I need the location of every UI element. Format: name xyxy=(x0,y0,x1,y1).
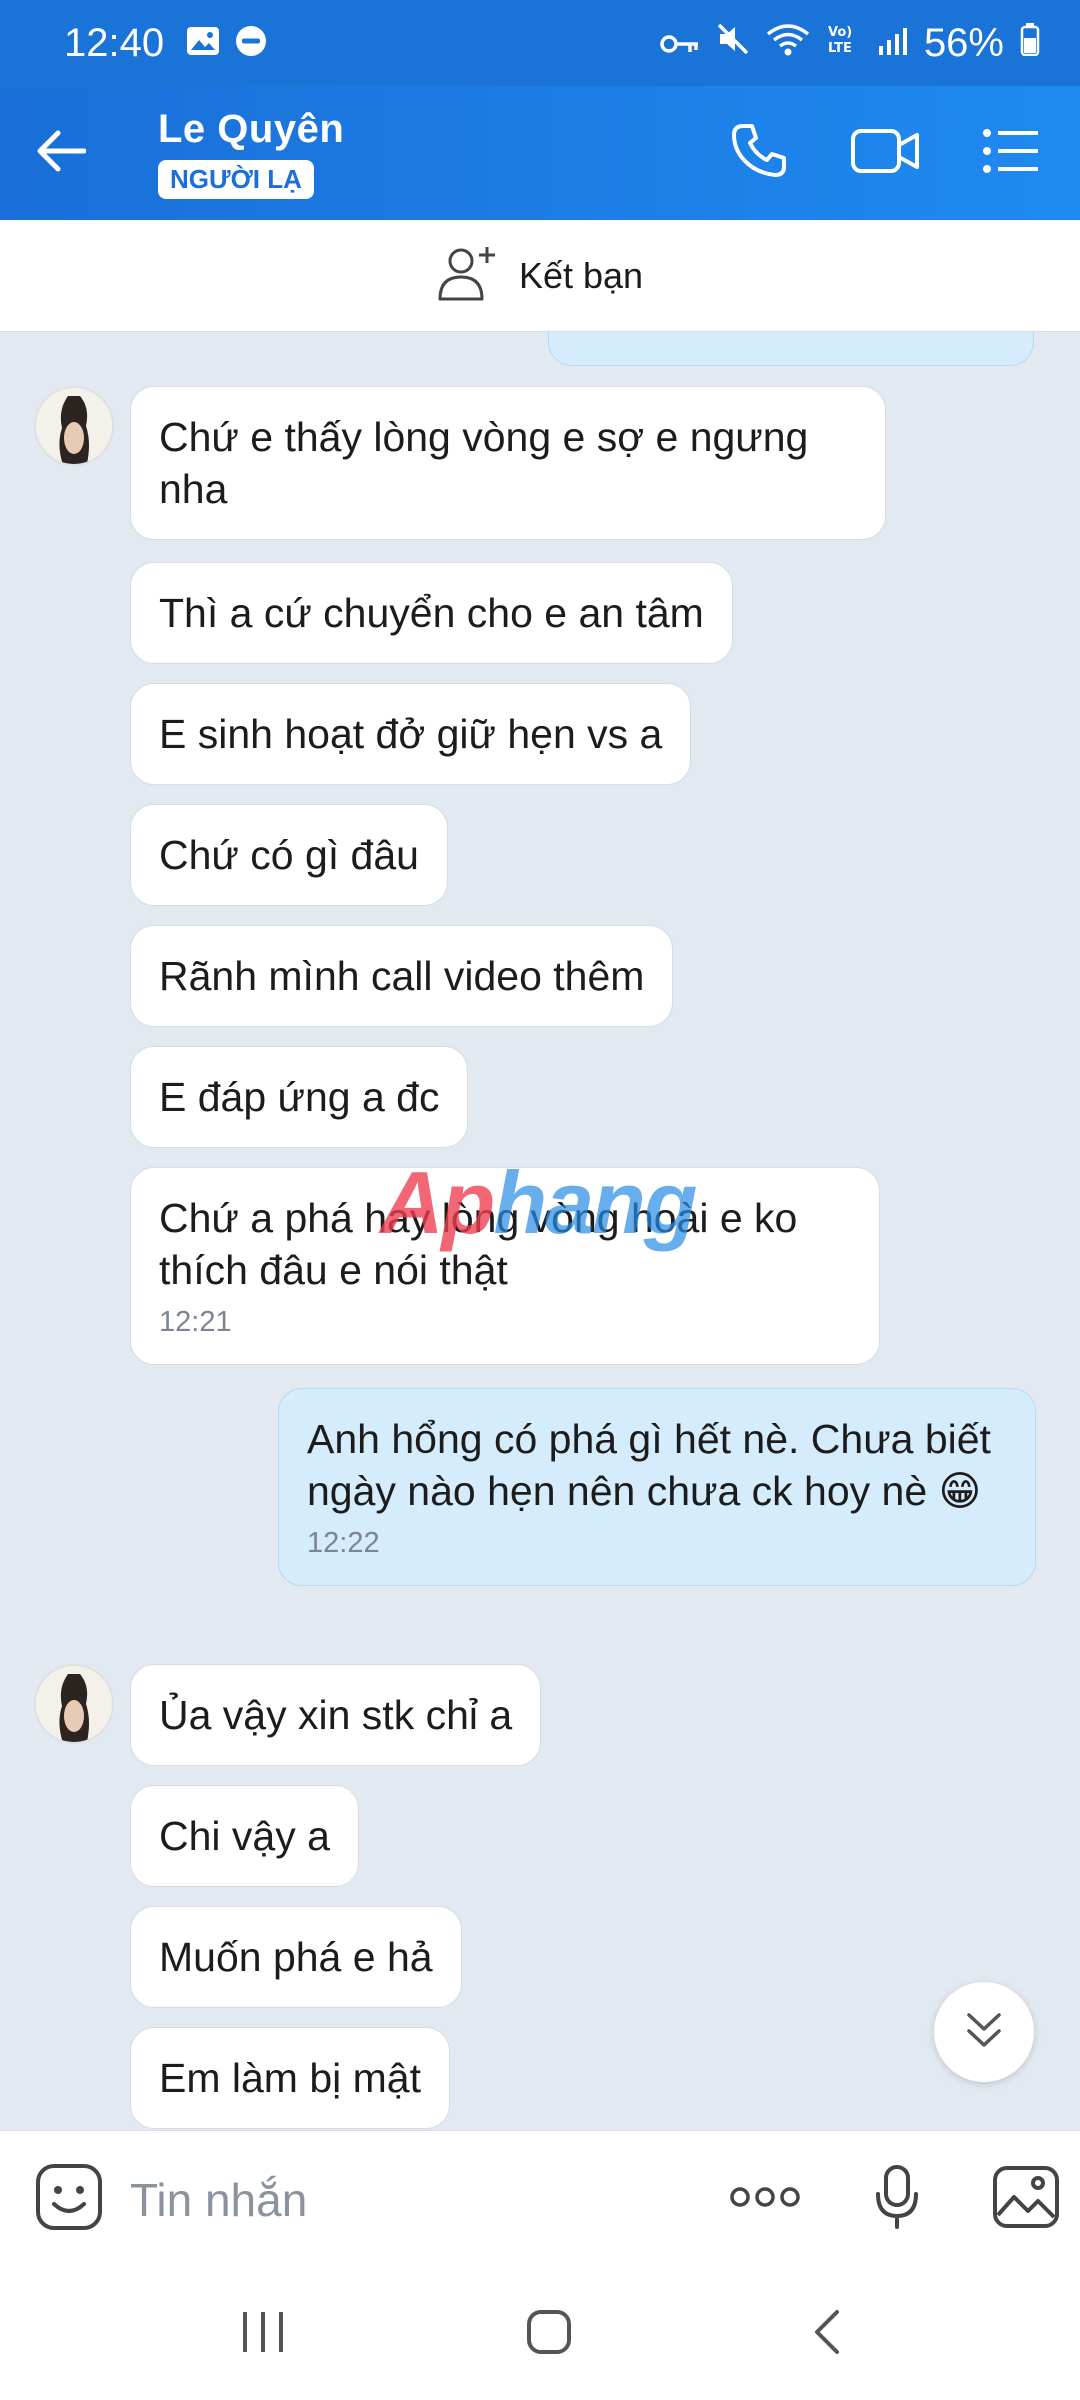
contact-avatar[interactable] xyxy=(34,1664,114,1744)
received-message[interactable]: E đáp ứng a đc xyxy=(130,1046,469,1148)
svg-text:Vo): Vo) xyxy=(828,25,852,40)
wifi-icon xyxy=(766,21,810,66)
message-input[interactable] xyxy=(130,2172,728,2227)
back-button[interactable] xyxy=(0,86,120,220)
status-time: 12:40 xyxy=(64,20,165,65)
back-nav-icon[interactable] xyxy=(811,2309,841,2360)
contact-info[interactable]: Le Quyên NGƯỜI LẠ xyxy=(158,107,344,199)
home-icon[interactable] xyxy=(526,2309,572,2360)
recent-apps-icon[interactable] xyxy=(239,2309,287,2360)
received-message[interactable]: E sinh hoạt đở giữ hẹn vs a xyxy=(130,683,692,785)
add-friend-label: Kết bạn xyxy=(518,254,644,296)
battery-icon xyxy=(1020,21,1040,66)
signal-icon xyxy=(878,21,908,66)
add-friend-button[interactable]: Kết bạn xyxy=(0,220,1080,332)
mute-icon xyxy=(716,21,750,66)
received-message[interactable]: Chứ a phá hay lòng vòng hoài e ko thích … xyxy=(130,1167,880,1365)
back-arrow-icon xyxy=(34,129,87,178)
status-bar: 12:40 Vo) LTE 56% xyxy=(0,0,1080,86)
received-message[interactable]: Chứ có gì đâu xyxy=(130,804,448,906)
more-options-icon[interactable] xyxy=(728,2185,802,2214)
received-message[interactable]: Muốn phá e hả xyxy=(130,1906,462,2008)
scroll-to-bottom-button[interactable] xyxy=(934,1982,1034,2082)
volte-icon: Vo) LTE xyxy=(826,21,862,66)
contact-avatar[interactable] xyxy=(34,386,114,466)
message-input-bar xyxy=(0,2130,1080,2268)
microphone-icon[interactable] xyxy=(874,2164,920,2235)
video-call-button[interactable] xyxy=(850,126,920,181)
message-list[interactable]: Chứ e thấy lòng vòng e sợ e ngưng nha Th… xyxy=(0,332,1080,2130)
sent-message-partial xyxy=(548,332,1034,366)
svg-text:LTE: LTE xyxy=(828,41,852,56)
received-message[interactable]: Ủa vậy xin stk chỉ a xyxy=(130,1664,542,1766)
battery-text: 56% xyxy=(923,20,1004,65)
list-menu-icon xyxy=(982,128,1040,179)
message-time: 12:21 xyxy=(159,1306,232,1338)
phone-icon xyxy=(730,122,788,185)
image-gallery-icon[interactable] xyxy=(992,2165,1060,2234)
double-chevron-down-icon xyxy=(963,2009,1005,2056)
contact-name: Le Quyên xyxy=(158,107,345,151)
received-message[interactable]: Em làm bị mật xyxy=(130,2027,450,2129)
message-time: 12:22 xyxy=(307,1527,380,1559)
received-message[interactable]: Thì a cứ chuyển cho e an tâm xyxy=(130,562,733,664)
emoji-sticker-button[interactable] xyxy=(34,2162,104,2237)
gallery-notification-icon xyxy=(186,26,220,61)
chat-header: Le Quyên NGƯỜI LẠ xyxy=(0,86,1080,220)
video-camera-icon xyxy=(850,126,920,181)
vpn-key-icon xyxy=(660,21,700,66)
system-navigation-bar xyxy=(0,2268,1080,2400)
do-not-disturb-icon xyxy=(234,24,268,63)
received-message[interactable]: Chứ e thấy lòng vòng e sợ e ngưng nha xyxy=(130,386,886,540)
menu-button[interactable] xyxy=(982,128,1040,179)
add-person-icon xyxy=(437,243,499,308)
received-message[interactable]: Rãnh mình call video thêm xyxy=(130,925,674,1027)
voice-call-button[interactable] xyxy=(730,122,788,185)
received-message[interactable]: Chi vậy a xyxy=(130,1785,359,1887)
sent-message[interactable]: Anh hổng có phá gì hết nè. Chưa biết ngà… xyxy=(278,1388,1036,1586)
stranger-badge: NGƯỜI LẠ xyxy=(158,160,314,199)
